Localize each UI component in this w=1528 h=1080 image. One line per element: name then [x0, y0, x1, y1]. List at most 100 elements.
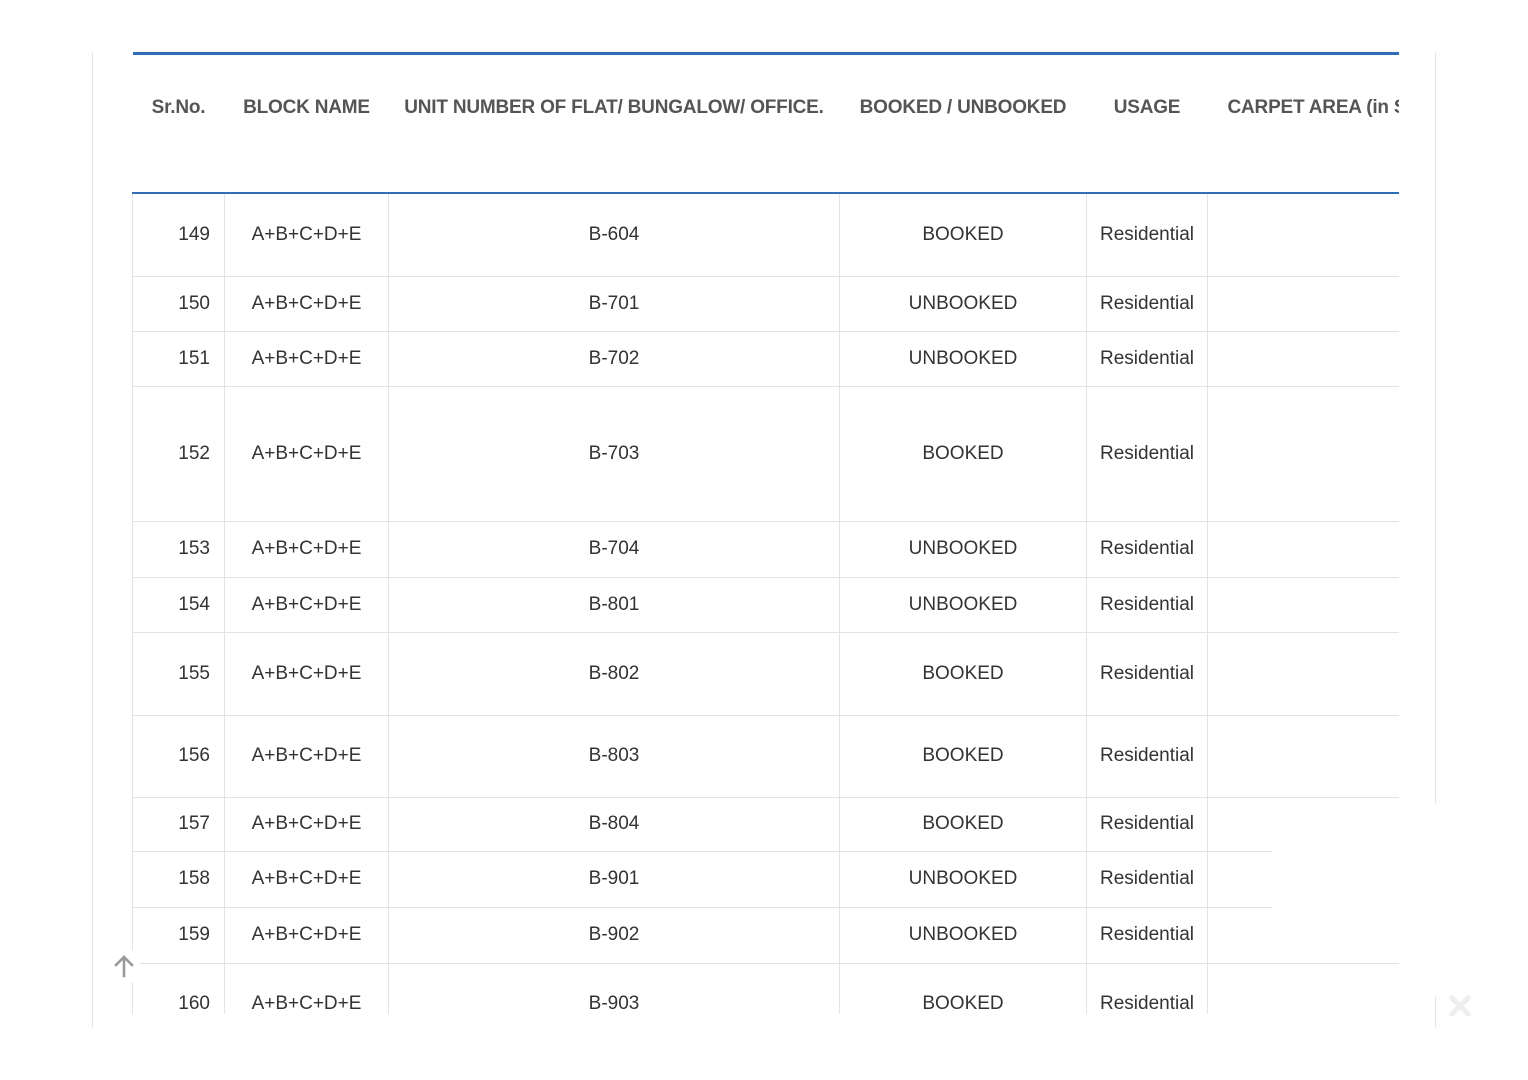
table-row: 150 A+B+C+D+E B-701 UNBOOKED Residential	[132, 275, 1399, 332]
cell-block-name: A+B+C+D+E	[224, 796, 389, 852]
table-row: 155 A+B+C+D+E B-802 BOOKED Residential	[132, 631, 1399, 716]
cell-carpet-area	[1207, 714, 1399, 798]
cell-carpet-area	[1207, 576, 1399, 633]
close-button[interactable]	[1446, 992, 1474, 1020]
cell-booked-status: UNBOOKED	[839, 906, 1087, 964]
cell-block-name: A+B+C+D+E	[224, 962, 389, 1014]
cell-sr-no: 157	[132, 796, 225, 852]
cell-unit-number: B-703	[388, 385, 840, 522]
header-usage[interactable]: USAGE	[1086, 52, 1208, 194]
cell-booked-status: UNBOOKED	[839, 275, 1087, 332]
cell-block-name: A+B+C+D+E	[224, 192, 389, 277]
cell-unit-number: B-803	[388, 714, 840, 798]
header-block-name[interactable]: BLOCK NAME	[224, 52, 389, 194]
cell-unit-number: B-902	[388, 906, 840, 964]
table-header: Sr.No. BLOCK NAME UNIT NUMBER OF FLAT/ B…	[132, 52, 1399, 194]
close-icon	[1449, 995, 1471, 1017]
inventory-table: Sr.No. BLOCK NAME UNIT NUMBER OF FLAT/ B…	[132, 52, 1399, 1014]
cell-usage: Residential	[1086, 192, 1208, 277]
cell-usage: Residential	[1086, 850, 1208, 908]
cell-usage: Residential	[1086, 520, 1208, 578]
cell-block-name: A+B+C+D+E	[224, 330, 389, 387]
cell-carpet-area	[1207, 631, 1399, 716]
cell-usage: Residential	[1086, 576, 1208, 633]
cell-booked-status: BOOKED	[839, 962, 1087, 1014]
table-row: 157 A+B+C+D+E B-804 BOOKED Residential	[132, 796, 1399, 852]
cell-usage: Residential	[1086, 275, 1208, 332]
cell-unit-number: B-702	[388, 330, 840, 387]
cell-unit-number: B-804	[388, 796, 840, 852]
header-unit-number[interactable]: UNIT NUMBER OF FLAT/ BUNGALOW/ OFFICE.	[388, 52, 840, 194]
cell-block-name: A+B+C+D+E	[224, 906, 389, 964]
cell-usage: Residential	[1086, 631, 1208, 716]
cell-sr-no: 159	[132, 906, 225, 964]
cell-booked-status: UNBOOKED	[839, 576, 1087, 633]
table-body: 149 A+B+C+D+E B-604 BOOKED Residential 1…	[132, 192, 1399, 1014]
cell-usage: Residential	[1086, 906, 1208, 964]
cell-sr-no: 158	[132, 850, 225, 908]
content-frame-right-border-lower	[1435, 996, 1436, 1028]
header-carpet-area[interactable]: CARPET AREA (in Sq	[1207, 52, 1399, 194]
cell-sr-no: 151	[132, 330, 225, 387]
cell-sr-no: 150	[132, 275, 225, 332]
cell-sr-no: 149	[132, 192, 225, 277]
page: Sr.No. BLOCK NAME UNIT NUMBER OF FLAT/ B…	[0, 0, 1528, 1080]
cell-booked-status: BOOKED	[839, 631, 1087, 716]
cell-booked-status: UNBOOKED	[839, 330, 1087, 387]
cell-sr-no: 154	[132, 576, 225, 633]
cell-sr-no: 156	[132, 714, 225, 798]
cell-carpet-area	[1207, 192, 1399, 277]
arrow-up-icon	[114, 955, 134, 978]
table-row: 158 A+B+C+D+E B-901 UNBOOKED Residential	[132, 850, 1399, 908]
cell-block-name: A+B+C+D+E	[224, 275, 389, 332]
cell-booked-status: UNBOOKED	[839, 850, 1087, 908]
cell-block-name: A+B+C+D+E	[224, 631, 389, 716]
table-row: 151 A+B+C+D+E B-702 UNBOOKED Residential	[132, 330, 1399, 387]
cell-usage: Residential	[1086, 714, 1208, 798]
cell-carpet-area	[1207, 520, 1399, 578]
table-row: 160 A+B+C+D+E B-903 BOOKED Residential	[132, 962, 1399, 1014]
cell-carpet-area	[1207, 275, 1399, 332]
cell-sr-no: 155	[132, 631, 225, 716]
cell-sr-no: 160	[132, 962, 225, 1014]
table-row: 154 A+B+C+D+E B-801 UNBOOKED Residential	[132, 576, 1399, 633]
cell-usage: Residential	[1086, 330, 1208, 387]
cell-usage: Residential	[1086, 962, 1208, 1014]
content-frame-right-border	[1435, 52, 1436, 804]
overlay-panel	[1272, 818, 1442, 930]
cell-booked-status: UNBOOKED	[839, 520, 1087, 578]
cell-block-name: A+B+C+D+E	[224, 714, 389, 798]
cell-unit-number: B-704	[388, 520, 840, 578]
table-scroll-container[interactable]: Sr.No. BLOCK NAME UNIT NUMBER OF FLAT/ B…	[132, 52, 1399, 1014]
cell-sr-no: 152	[132, 385, 225, 522]
cell-unit-number: B-901	[388, 850, 840, 908]
table-row: 153 A+B+C+D+E B-704 UNBOOKED Residential	[132, 520, 1399, 578]
cell-sr-no: 153	[132, 520, 225, 578]
cell-booked-status: BOOKED	[839, 192, 1087, 277]
cell-unit-number: B-903	[388, 962, 840, 1014]
cell-unit-number: B-801	[388, 576, 840, 633]
cell-unit-number: B-604	[388, 192, 840, 277]
scroll-to-top-button[interactable]	[108, 950, 140, 982]
header-sr-no[interactable]: Sr.No.	[132, 52, 225, 194]
cell-unit-number: B-701	[388, 275, 840, 332]
cell-usage: Residential	[1086, 385, 1208, 522]
table-row: 152 A+B+C+D+E B-703 BOOKED Residential	[132, 385, 1399, 522]
cell-block-name: A+B+C+D+E	[224, 520, 389, 578]
content-frame-left-border	[92, 52, 93, 1028]
table-row: 159 A+B+C+D+E B-902 UNBOOKED Residential	[132, 906, 1399, 964]
cell-booked-status: BOOKED	[839, 796, 1087, 852]
cell-block-name: A+B+C+D+E	[224, 850, 389, 908]
cell-unit-number: B-802	[388, 631, 840, 716]
cell-booked-status: BOOKED	[839, 714, 1087, 798]
cell-block-name: A+B+C+D+E	[224, 576, 389, 633]
cell-booked-status: BOOKED	[839, 385, 1087, 522]
cell-carpet-area	[1207, 385, 1399, 522]
cell-usage: Residential	[1086, 796, 1208, 852]
header-booked-status[interactable]: BOOKED / UNBOOKED	[839, 52, 1087, 194]
cell-carpet-area	[1207, 330, 1399, 387]
cell-carpet-area	[1207, 962, 1399, 1014]
table-row: 156 A+B+C+D+E B-803 BOOKED Residential	[132, 714, 1399, 798]
table-row: 149 A+B+C+D+E B-604 BOOKED Residential	[132, 192, 1399, 277]
header-row: Sr.No. BLOCK NAME UNIT NUMBER OF FLAT/ B…	[132, 52, 1399, 194]
